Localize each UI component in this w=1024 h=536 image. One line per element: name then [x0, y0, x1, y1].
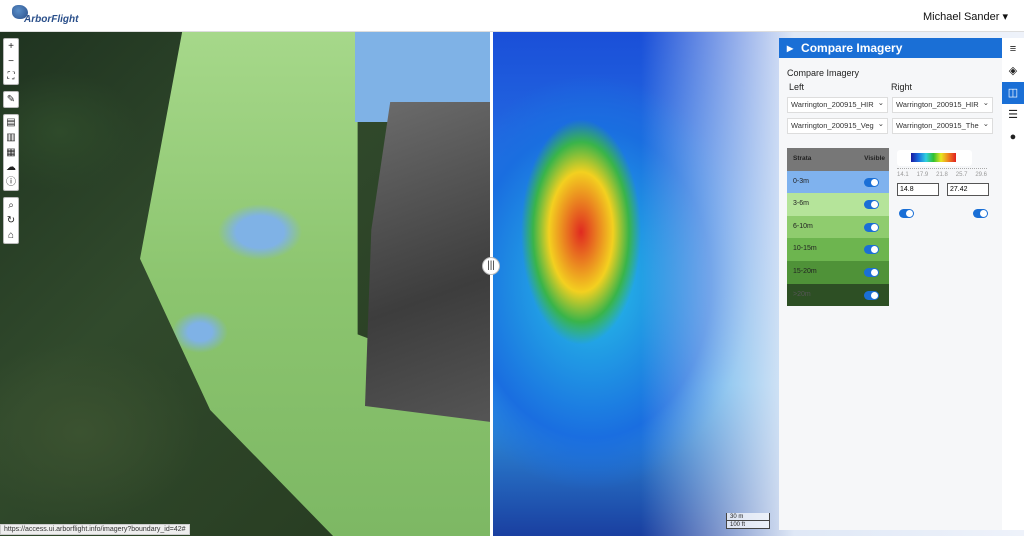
right-label: Right [891, 82, 913, 92]
strata-visible-toggle[interactable] [864, 200, 879, 210]
cloud-upload-icon[interactable]: ☁ [4, 160, 18, 175]
strata-table: Strata Visible 0-3m 3-6m 6-10m 10-15m 15-20m >… [787, 148, 889, 307]
strata-label: >20m [793, 290, 811, 298]
right-imagery-select[interactable]: Warrington_200915_HIR [892, 97, 993, 113]
left-label: Left [789, 82, 805, 92]
document-icon[interactable]: ▦ [4, 145, 18, 160]
right-toggle[interactable] [973, 209, 988, 218]
layers-icon[interactable]: ◈ [1002, 60, 1024, 82]
info-icon[interactable]: ⓘ [4, 175, 18, 190]
strata-visible-toggle[interactable] [864, 290, 879, 300]
left-toggle[interactable] [899, 209, 914, 218]
left-imagery-select[interactable]: Warrington_200915_HIR [787, 97, 888, 113]
strata-visible-toggle[interactable] [864, 245, 879, 255]
range-ticks: 14.1 17.9 21.8 25.7 29.6 [897, 168, 987, 178]
strata-visible-toggle[interactable] [864, 222, 879, 232]
strata-row: 10-15m [787, 238, 889, 261]
export-file-icon[interactable]: ▤ [4, 115, 18, 130]
range-tick-label: 14.1 [897, 172, 909, 178]
toolbar-group: ✎ [3, 91, 19, 108]
strata-row: 0-3m [787, 170, 889, 194]
side-nav: ≡ ◈ ◫ ☰ ● [1002, 38, 1024, 530]
compare-slider-handle[interactable]: ||| [482, 257, 500, 275]
map-toolbar: + − ⛶ ✎ ▤ ▥ ▦ ☁ ⓘ ⌕ ↻ ⌂ [3, 38, 19, 250]
scale-imperial: 100 ft [726, 521, 770, 529]
range-min-input[interactable]: 14.8 [897, 183, 939, 196]
map-marker-icon[interactable]: ● [1002, 126, 1024, 148]
map-view[interactable]: ||| + − ⛶ ✎ ▤ ▥ ▦ ☁ ⓘ ⌕ ↻ ⌂ ▸ Compare Imagery Compar… [0, 32, 1024, 536]
strata-row: >20m [787, 283, 889, 307]
strata-row: 6-10m [787, 215, 889, 239]
compare-icon[interactable]: ◫ [1002, 82, 1024, 104]
strata-row: 15-20m [787, 260, 889, 284]
scale-metric: 30 m [726, 513, 770, 521]
toolbar-group: + − ⛶ [3, 38, 19, 85]
edit-icon[interactable]: ✎ [4, 92, 18, 107]
status-url: https://access.ui.arborflight.info/image… [0, 524, 190, 535]
right-layer-select[interactable]: Warrington_200915_The [892, 118, 993, 134]
compare-imagery-panel: ▸ Compare Imagery Compare Imagery Left Rig… [779, 38, 1002, 530]
strata-label: 6-10m [793, 222, 813, 230]
strata-label: 0-3m [793, 177, 809, 185]
strata-row: 3-6m [787, 193, 889, 216]
zoom-in-icon[interactable]: + [4, 39, 18, 54]
scale-bar: 30 m 100 ft [726, 513, 770, 529]
arborflight-logo[interactable]: ArborFlight [8, 3, 78, 29]
home-icon[interactable]: ⌂ [4, 228, 18, 243]
import-file-icon[interactable]: ▥ [4, 130, 18, 145]
range-tick-label: 17.9 [916, 172, 929, 178]
thermal-range-slider[interactable] [897, 150, 972, 166]
panel-header[interactable]: ▸ Compare Imagery [779, 38, 1002, 58]
user-menu[interactable]: Michael Sander ▾ [923, 10, 1008, 23]
compare-divider[interactable] [490, 32, 493, 536]
strata-visible-toggle[interactable] [864, 267, 879, 277]
strata-header: Strata Visible [787, 148, 889, 171]
range-max-input[interactable]: 27.42 [947, 183, 989, 196]
range-tick-label: 25.7 [955, 172, 968, 178]
strata-label: 15-20m [793, 267, 817, 275]
fullscreen-icon[interactable]: ⛶ [4, 69, 18, 84]
industrial-site [365, 102, 491, 422]
strata-visible-toggle[interactable] [864, 177, 879, 187]
toolbar-group: ⌕ ↻ ⌂ [3, 197, 19, 244]
left-layer-select[interactable]: Warrington_200915_Veg [787, 118, 888, 134]
range-tick-label: 29.6 [975, 172, 987, 178]
search-refresh-icon[interactable]: ↻ [4, 213, 18, 228]
strata-label: 10-15m [793, 245, 817, 253]
zoom-out-icon[interactable]: − [4, 54, 18, 69]
list-icon[interactable]: ☰ [1002, 104, 1024, 126]
color-ramp [911, 153, 956, 162]
range-tick-label: 21.8 [936, 172, 948, 178]
strata-label: 3-6m [793, 200, 809, 208]
search-icon[interactable]: ⌕ [4, 198, 18, 213]
header: ArborFlight Michael Sander ▾ [0, 0, 1024, 32]
toolbar-group: ▤ ▥ ▦ ☁ ⓘ [3, 114, 19, 191]
menu-icon[interactable]: ≡ [1002, 38, 1024, 60]
panel-title: Compare Imagery [787, 68, 860, 78]
